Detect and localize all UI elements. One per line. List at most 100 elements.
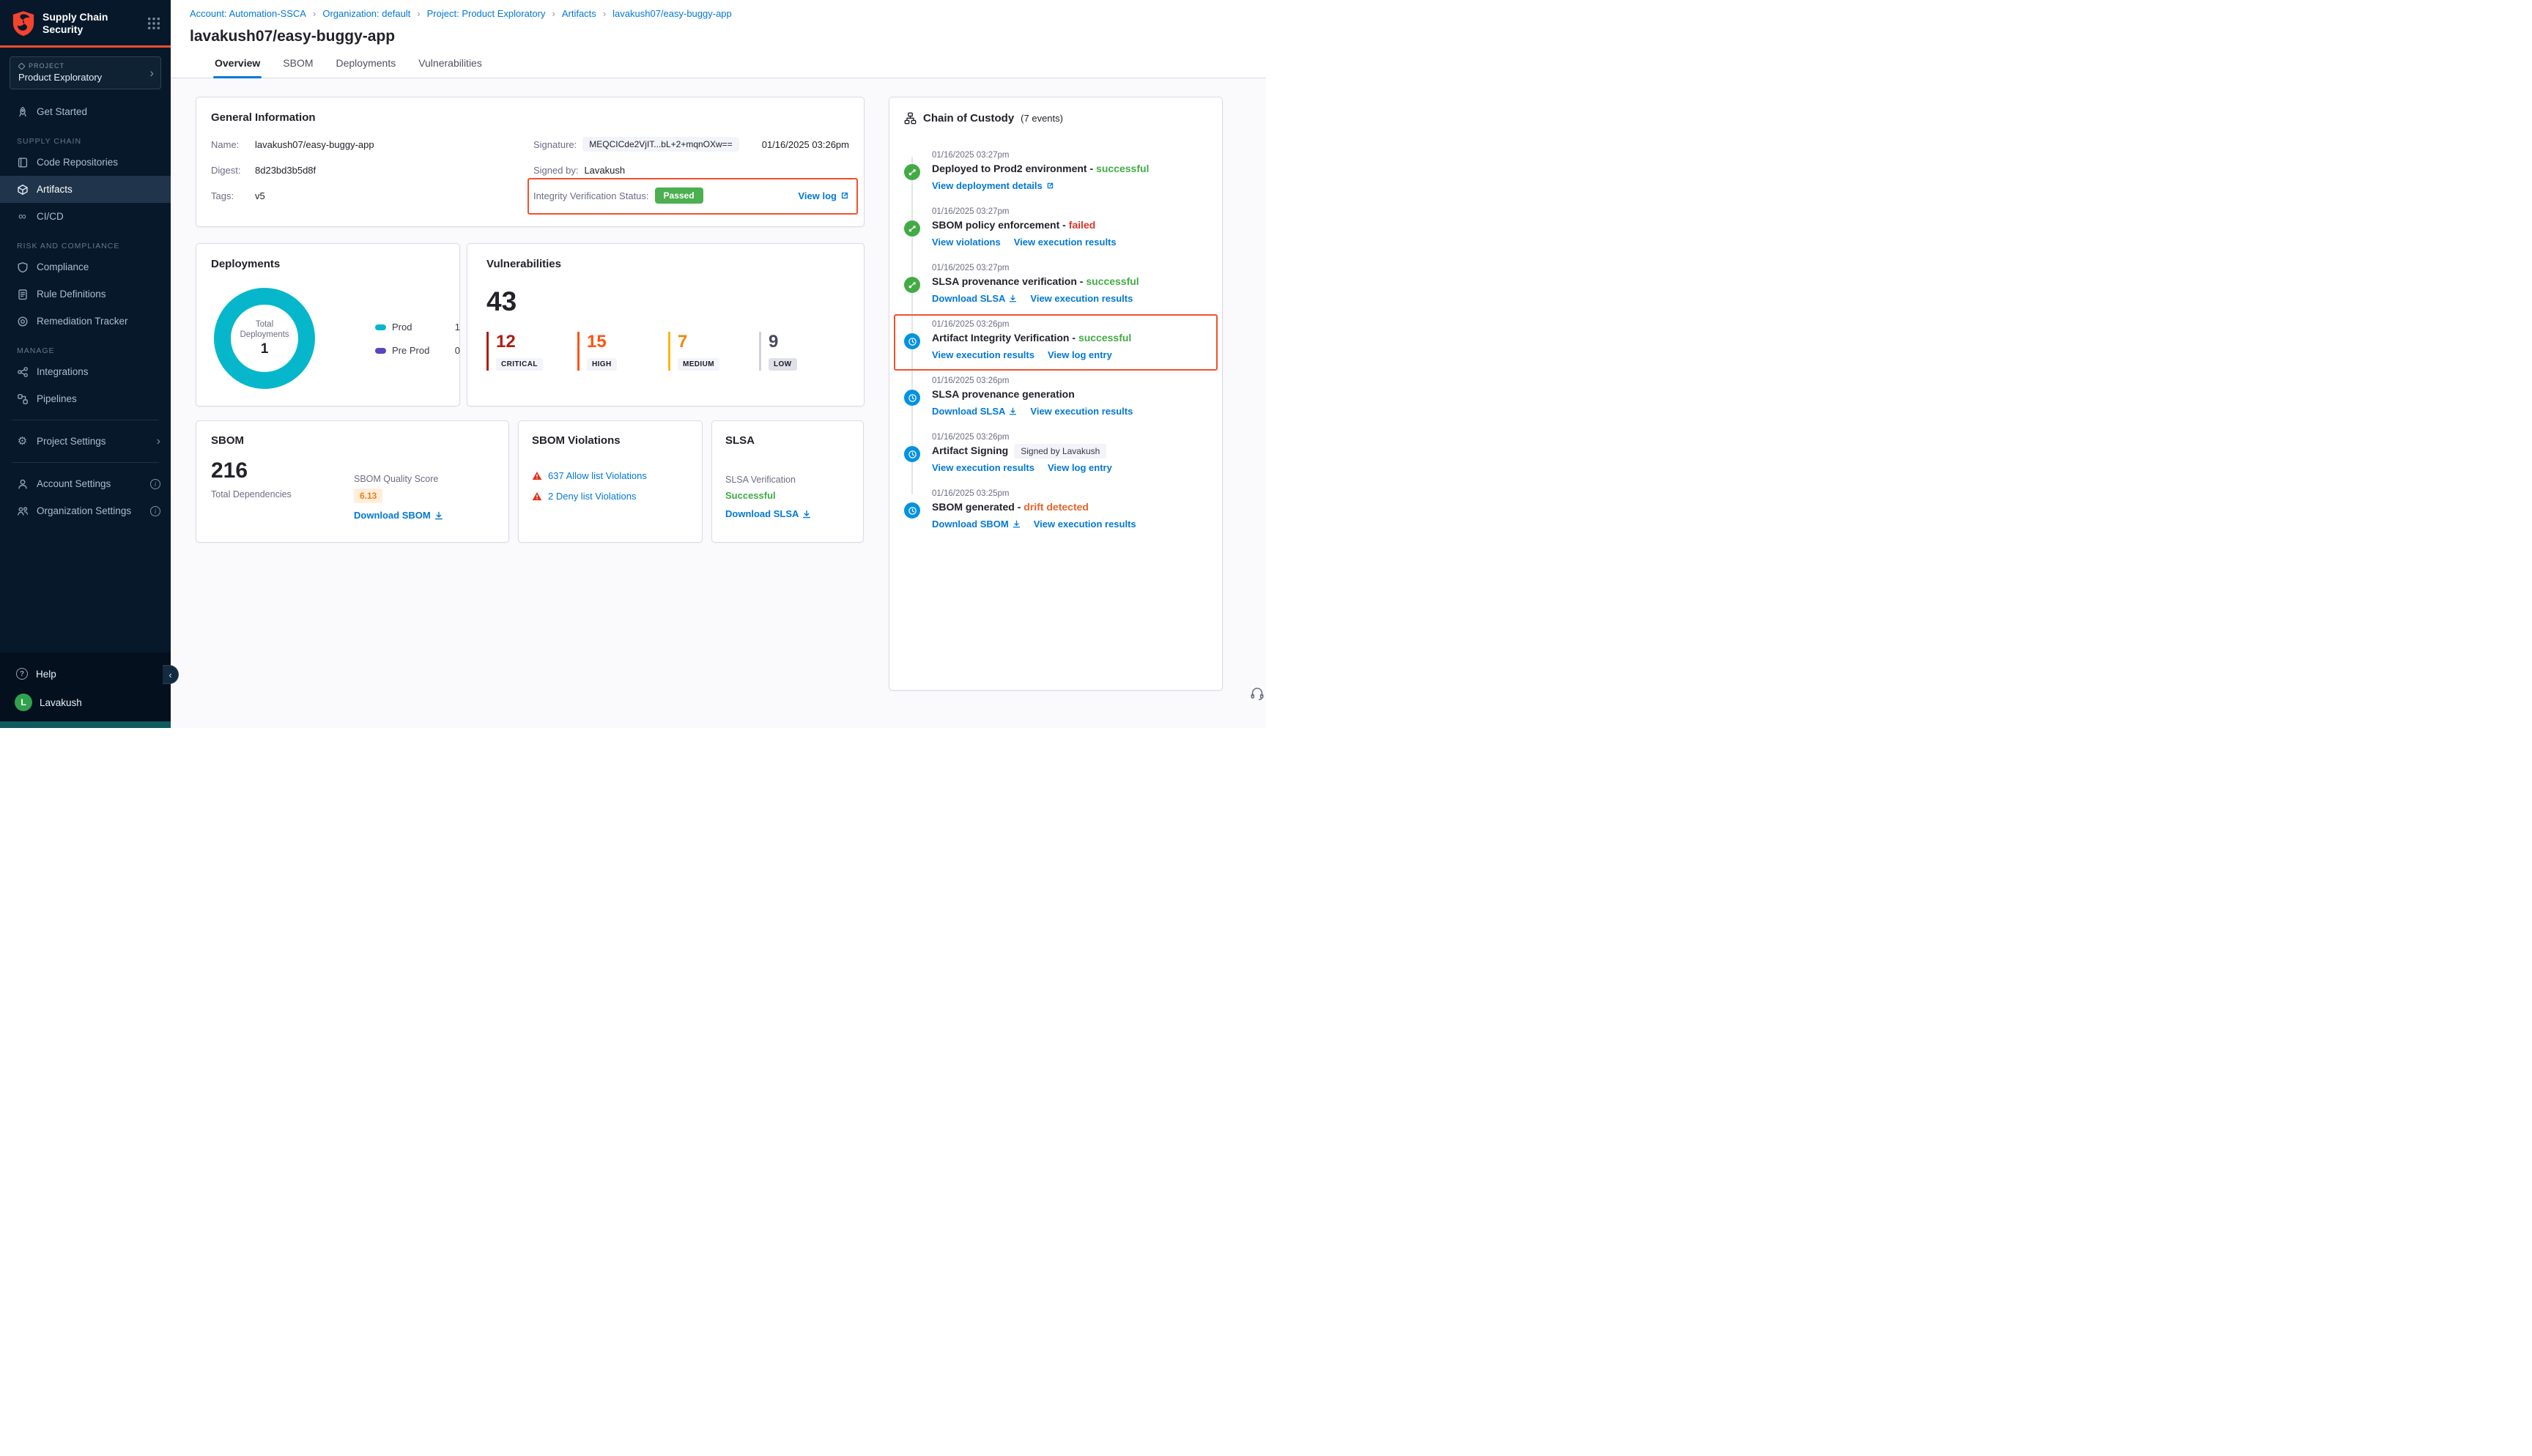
tab-vulnerabilities[interactable]: Vulnerabilities — [417, 56, 484, 78]
slsa-verification-status: Successful — [725, 490, 850, 501]
tab-sbom[interactable]: SBOM — [281, 56, 314, 78]
project-selector[interactable]: PROJECT Product Exploratory › — [10, 56, 161, 89]
sidebar-item-integrations[interactable]: Integrations — [0, 358, 171, 385]
sidebar-item-remediation-tracker[interactable]: Remediation Tracker — [0, 308, 171, 335]
sidebar-header: Supply Chain Security — [0, 0, 171, 48]
download-slsa-link[interactable]: Download SLSA — [932, 293, 1017, 304]
preprod-count: 0 — [455, 345, 460, 356]
help-button[interactable]: ? Help — [0, 660, 171, 688]
event-timestamp: 01/16/2025 03:27pm — [932, 151, 1149, 160]
high-label: HIGH — [587, 358, 617, 371]
sidebar-item-artifacts[interactable]: Artifacts — [0, 176, 171, 203]
event-timestamp: 01/16/2025 03:27pm — [932, 264, 1139, 272]
sidebar-bottom-strip — [0, 721, 171, 728]
download-sbom-link[interactable]: Download SBOM — [932, 519, 1021, 530]
integrity-status-label: Integrity Verification Status: — [533, 190, 649, 201]
custody-event-4: 01/16/2025 03:26pm Artifact Integrity Ve… — [904, 320, 1207, 360]
chain-of-custody-count: (7 events) — [1021, 113, 1063, 124]
tab-overview[interactable]: Overview — [213, 56, 262, 78]
view-violations-link[interactable]: View violations — [932, 237, 1001, 248]
download-sbom-link[interactable]: Download SBOM — [354, 510, 443, 521]
tab-deployments[interactable]: Deployments — [335, 56, 398, 78]
sbom-title: SBOM — [211, 434, 494, 447]
sidebar-item-rule-definitions[interactable]: Rule Definitions — [0, 281, 171, 308]
severity-medium: 7 MEDIUM — [668, 332, 728, 371]
download-slsa-link[interactable]: Download SLSA — [725, 508, 811, 519]
sidebar-item-pipelines[interactable]: Pipelines — [0, 385, 171, 412]
tabs: Overview SBOM Deployments Vulnerabilitie… — [171, 56, 1266, 78]
app-switcher-icon[interactable] — [147, 17, 160, 30]
slsa-verification-label: SLSA Verification — [725, 475, 850, 485]
sidebar-item-project-settings[interactable]: ⚙ Project Settings › — [0, 428, 171, 455]
deployment-event-icon — [904, 164, 920, 180]
user-name: Lavakush — [40, 697, 82, 708]
view-execution-results-link[interactable]: View execution results — [932, 462, 1034, 473]
event-status: failed — [1069, 219, 1096, 231]
sbom-total: 216 — [211, 458, 494, 483]
row-deployments-vulnerabilities: Deployments Total Deployments 1 Prod — [196, 243, 865, 406]
general-information-title: General Information — [211, 111, 849, 124]
external-link-icon — [1046, 182, 1054, 190]
view-execution-results-link[interactable]: View execution results — [1030, 406, 1133, 417]
sidebar-item-code-repositories[interactable]: Code Repositories — [0, 149, 171, 176]
custody-event-1: 01/16/2025 03:27pm Deployed to Prod2 env… — [904, 151, 1207, 191]
gear-icon: ⚙ — [16, 435, 29, 447]
integrity-verification-event-icon — [904, 333, 920, 349]
sidebar-item-cicd[interactable]: ∞ CI/CD — [0, 203, 171, 230]
view-execution-results-link[interactable]: View execution results — [932, 349, 1034, 360]
deny-list-violations-link[interactable]: 2 Deny list Violations — [548, 491, 636, 502]
integrity-verification-row: Integrity Verification Status: Passed Vi… — [533, 187, 849, 204]
allow-list-violations-link[interactable]: 637 Allow list Violations — [548, 470, 647, 481]
deployments-legend: Prod 1 Pre Prod 0 — [375, 322, 460, 368]
sidebar: Supply Chain Security PROJECT Product Ex… — [0, 0, 171, 728]
donut-center-value: 1 — [261, 341, 269, 357]
download-slsa-link[interactable]: Download SLSA — [932, 406, 1017, 417]
low-label: LOW — [769, 358, 797, 371]
view-execution-results-link[interactable]: View execution results — [1014, 237, 1117, 248]
sidebar-item-get-started[interactable]: Get Started — [0, 98, 171, 125]
sidebar-item-organization-settings[interactable]: Organization Settings i — [0, 497, 171, 524]
user-menu[interactable]: L Lavakush — [0, 688, 171, 721]
breadcrumb-artifacts[interactable]: Artifacts — [562, 8, 596, 19]
breadcrumb-organization[interactable]: Organization: default — [322, 8, 410, 19]
download-icon — [1009, 294, 1017, 302]
main-area: Account: Automation-SSCA › Organization:… — [171, 0, 1266, 728]
sbom-violations-title: SBOM Violations — [532, 434, 689, 447]
sbom-quality-label: SBOM Quality Score — [354, 474, 443, 484]
sidebar-item-compliance[interactable]: Compliance — [0, 253, 171, 281]
event-timestamp: 01/16/2025 03:25pm — [932, 489, 1136, 498]
clipboard-icon — [16, 288, 29, 300]
chevron-right-icon: › — [149, 66, 154, 81]
chevron-right-icon: › — [157, 435, 160, 448]
view-deployment-details-link[interactable]: View deployment details — [932, 180, 1054, 191]
breadcrumb-current[interactable]: lavakush07/easy-buggy-app — [612, 8, 732, 19]
deployments-title: Deployments — [211, 258, 445, 270]
deployments-donut-ring: Total Deployments 1 — [214, 288, 315, 389]
main-header: Account: Automation-SSCA › Organization:… — [171, 0, 1266, 78]
signed-by-badge: Signed by Lavakush — [1014, 444, 1106, 458]
event-status: successful — [1078, 332, 1131, 343]
signature-value[interactable]: MEQCICde2VjIT...bL+2+mqnOXw== — [582, 137, 738, 152]
integrations-nodes-icon — [16, 365, 29, 378]
view-log-entry-link[interactable]: View log entry — [1048, 349, 1112, 360]
sidebar-item-account-settings[interactable]: Account Settings i — [0, 470, 171, 497]
event-status: successful — [1096, 163, 1149, 174]
event-title: SBOM generated — [932, 501, 1015, 513]
view-log-entry-link[interactable]: View log entry — [1048, 462, 1112, 473]
tags-label: Tags: — [211, 190, 252, 201]
help-icon: ? — [16, 668, 28, 680]
medium-count: 7 — [678, 332, 728, 352]
breadcrumb-separator: › — [603, 8, 606, 19]
sbom-quality-block: SBOM Quality Score 6.13 Download SBOM — [354, 474, 443, 522]
breadcrumb-account[interactable]: Account: Automation-SSCA — [190, 8, 306, 19]
artifacts-cube-icon — [16, 183, 29, 196]
severity-critical: 12 CRITICAL — [486, 332, 547, 371]
view-log-link[interactable]: View log — [799, 190, 850, 201]
cicd-infinity-icon: ∞ — [16, 210, 29, 223]
slsa-card: SLSA SLSA Verification Successful Downlo… — [711, 420, 864, 543]
section-manage: MANAGE — [17, 346, 171, 355]
support-headset-icon[interactable] — [1250, 686, 1265, 705]
view-execution-results-link[interactable]: View execution results — [1030, 293, 1133, 304]
view-execution-results-link[interactable]: View execution results — [1034, 519, 1136, 530]
breadcrumb-project[interactable]: Project: Product Exploratory — [427, 8, 546, 19]
